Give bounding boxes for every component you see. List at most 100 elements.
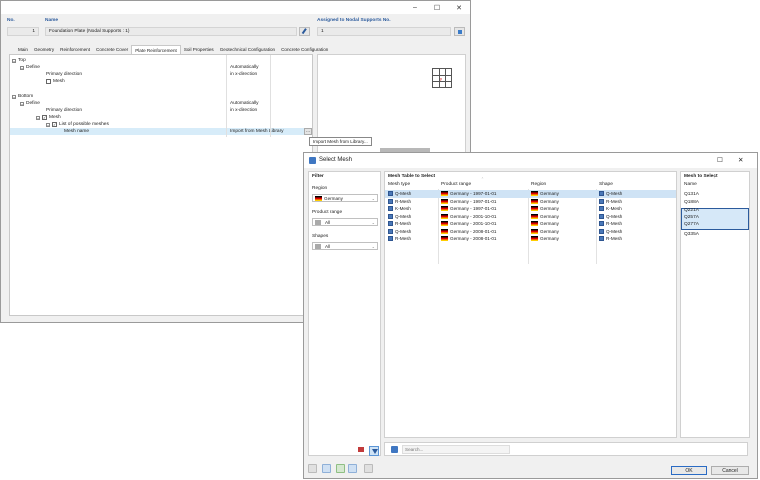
cell-text: Q-Mesh xyxy=(606,191,623,197)
pick-icon xyxy=(458,30,462,34)
flag-filter-button[interactable] xyxy=(357,446,366,455)
product-range-select[interactable]: All ⌄ xyxy=(312,218,378,226)
collapse-icon[interactable]: − xyxy=(46,122,50,127)
collapse-icon[interactable]: − xyxy=(20,65,24,70)
mesh-name-item[interactable]: Q131A xyxy=(684,192,699,197)
mesh-label: Mesh xyxy=(49,115,61,120)
import-mesh-button[interactable]: ... xyxy=(304,128,312,135)
collapse-icon[interactable]: − xyxy=(12,58,16,63)
no-field[interactable]: 1 xyxy=(7,27,39,36)
all-icon xyxy=(315,243,321,249)
tree-row-mesh-bottom[interactable]: − ✓ Mesh xyxy=(10,114,312,121)
define-value[interactable]: Automatically xyxy=(230,65,259,70)
col-header-mesh-type[interactable]: Mesh type xyxy=(388,182,410,187)
collapse-icon[interactable]: − xyxy=(20,101,24,106)
tree-row-top[interactable]: − Top xyxy=(10,57,312,64)
export-icon[interactable] xyxy=(348,464,357,473)
col-header-region[interactable]: Region xyxy=(531,182,546,187)
q-mesh-icon xyxy=(388,191,393,197)
library-icon[interactable] xyxy=(364,464,373,473)
chevron-down-icon: ⌄ xyxy=(371,195,375,201)
search-input[interactable] xyxy=(402,445,510,454)
mesh-select-panel: Mesh to Select ⌃ Name Q131A Q188A Q221A … xyxy=(680,171,750,438)
table-row[interactable]: R-Mesh Germany - 1997-01-01 Germany R-Me… xyxy=(385,198,676,206)
close-button[interactable]: ✕ xyxy=(448,4,470,12)
tree-row-define[interactable]: − Define Automatically xyxy=(10,64,312,71)
pick-nodes-button[interactable] xyxy=(454,27,465,36)
k-mesh-icon xyxy=(388,206,393,212)
units-icon[interactable] xyxy=(322,464,331,473)
table-row[interactable]: K-Mesh Germany - 1997-01-01 Germany K-Me… xyxy=(385,205,676,213)
primary-direction-value[interactable]: in x-direction xyxy=(230,108,257,113)
germany-flag-icon xyxy=(441,228,448,234)
bottom-label: Bottom xyxy=(18,94,34,99)
cell-text: Germany xyxy=(540,198,559,204)
table-row[interactable]: R-Mesh Germany - 2008-01-01 Germany R-Me… xyxy=(385,235,676,243)
mesh-checkbox[interactable] xyxy=(46,79,51,84)
cell-product-range: Germany - 1997-01-01 xyxy=(441,198,496,204)
r-mesh-icon xyxy=(599,221,604,227)
product-range-label: Product range xyxy=(312,210,343,215)
cell-region: Germany xyxy=(531,236,559,242)
col-header-shape[interactable]: Shape xyxy=(599,182,613,187)
tree-row-list-of-meshes[interactable]: − ✓ List of possible meshes xyxy=(10,121,312,128)
tree-column-divider xyxy=(226,55,227,137)
assigned-field[interactable]: 1 xyxy=(317,27,451,36)
table-row[interactable]: Q-Mesh Germany - 2008-01-01 Germany Q-Me… xyxy=(385,228,676,236)
col-header-product-range[interactable]: Product range xyxy=(441,182,471,187)
edit-name-button[interactable] xyxy=(299,27,310,36)
define-value[interactable]: Automatically xyxy=(230,101,259,106)
mesh-name-item-selected[interactable]: Q277A xyxy=(684,222,699,227)
mesh-table-title: Mesh Table to Select xyxy=(388,174,436,179)
mesh-name-item[interactable]: Q335A xyxy=(684,232,699,237)
mesh-name-item-selected[interactable]: Q257A xyxy=(684,215,699,220)
table-row[interactable]: Q-Mesh Germany - 2001-10-01 Germany Q-Me… xyxy=(385,213,676,221)
mesh-checkbox-checked[interactable]: ✓ xyxy=(42,115,47,120)
import-icon[interactable] xyxy=(336,464,345,473)
table-row[interactable]: R-Mesh Germany - 2001-10-01 Germany R-Me… xyxy=(385,220,676,228)
ok-button[interactable]: OK xyxy=(671,466,707,475)
cell-shape: R-Mesh xyxy=(599,236,623,242)
no-value: 1 xyxy=(32,29,35,34)
dialog-maximize-button[interactable]: ☐ xyxy=(717,156,723,164)
cell-text: Germany xyxy=(540,191,559,197)
name-label: Name xyxy=(45,18,59,23)
list-checkbox-checked[interactable]: ✓ xyxy=(52,122,57,127)
collapse-icon[interactable]: − xyxy=(36,115,40,120)
tree-row-mesh-name[interactable]: Mesh name Import from Mesh Library ... xyxy=(10,128,312,135)
tree-row-primary-direction[interactable]: Primary direction in x-direction xyxy=(10,71,312,78)
sort-indicator-icon: ⌃ xyxy=(713,177,716,181)
col-header-name[interactable]: Name xyxy=(684,182,697,187)
primary-direction-value[interactable]: in x-direction xyxy=(230,72,257,77)
cancel-button[interactable]: Cancel xyxy=(711,466,749,475)
dialog-close-button[interactable]: ✕ xyxy=(738,156,743,164)
cell-region: Germany xyxy=(531,198,559,204)
cell-text: K-Mesh xyxy=(606,206,622,212)
region-select-value: Germany xyxy=(324,195,343,201)
tree-row-bottom[interactable]: − Bottom xyxy=(10,93,312,100)
bottom-toolbar xyxy=(308,463,388,475)
search-filter-icon[interactable] xyxy=(391,446,398,453)
collapse-icon[interactable]: − xyxy=(12,94,16,99)
cell-shape: Q-Mesh xyxy=(599,191,623,197)
tree-row-define-bottom[interactable]: − Define Automatically xyxy=(10,100,312,107)
search-icon[interactable] xyxy=(308,464,317,473)
mesh-name-item-selected[interactable]: Q221A xyxy=(684,208,699,213)
funnel-filter-button[interactable] xyxy=(369,446,379,456)
shapes-select[interactable]: All ⌄ xyxy=(312,242,378,250)
cell-shape: Q-Mesh xyxy=(599,228,622,234)
minimize-button[interactable]: – xyxy=(404,4,426,11)
maximize-button[interactable]: ☐ xyxy=(426,4,448,12)
cell-text: R-Mesh xyxy=(606,236,623,242)
mesh-name-value[interactable]: Import from Mesh Library xyxy=(230,129,284,134)
import-tooltip: Import Mesh from Library... xyxy=(309,137,372,146)
cell-text: R-Mesh xyxy=(395,198,412,204)
dialog-title: Select Mesh xyxy=(319,157,353,163)
cell-text: Q-Mesh xyxy=(395,228,412,234)
name-field[interactable]: Foundation Plate (Nodal Supports : 1) xyxy=(45,27,297,36)
tree-row-mesh[interactable]: Mesh xyxy=(10,78,312,85)
mesh-name-item[interactable]: Q188A xyxy=(684,200,699,205)
tree-row-primary-direction-bottom[interactable]: Primary direction in x-direction xyxy=(10,107,312,114)
table-row[interactable]: Q-Mesh Germany - 1997-01-01 Germany Q-Me… xyxy=(385,190,676,198)
region-select[interactable]: Germany ⌄ xyxy=(312,194,378,202)
